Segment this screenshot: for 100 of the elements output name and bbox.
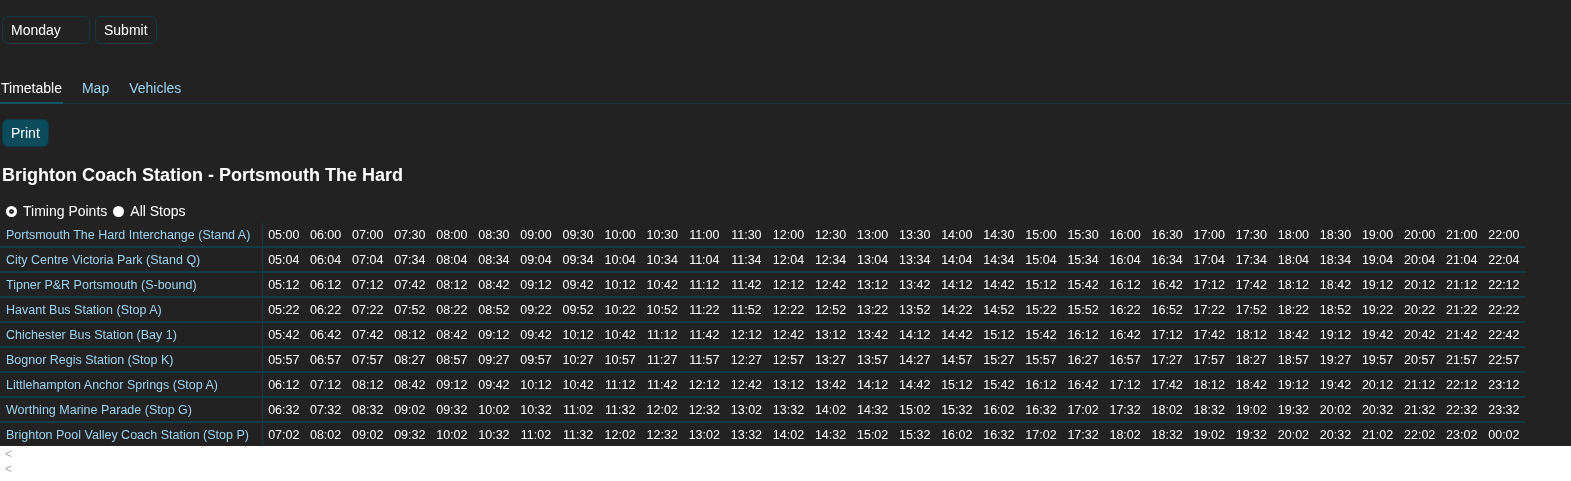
departure-time: 19:32 — [1230, 422, 1273, 446]
departure-time: 13:30 — [893, 223, 936, 247]
submit-button[interactable]: Submit — [95, 16, 157, 44]
departure-time: 16:32 — [1019, 397, 1062, 422]
departure-time: 16:30 — [1146, 223, 1189, 247]
departure-time: 07:42 — [388, 272, 431, 297]
departure-time: 11:42 — [683, 322, 726, 347]
departure-time: 07:52 — [388, 297, 431, 322]
departure-time: 17:12 — [1188, 272, 1231, 297]
departure-time: 07:30 — [388, 223, 431, 247]
departure-time: 23:12 — [1482, 372, 1525, 397]
departure-time: 15:12 — [1019, 272, 1062, 297]
departure-time: 06:12 — [262, 372, 305, 397]
departure-time: 11:02 — [514, 422, 558, 446]
departure-time: 13:42 — [851, 322, 894, 347]
tab[interactable]: Timetable — [0, 80, 63, 104]
departure-time: 17:12 — [1104, 372, 1147, 397]
departure-time: 10:42 — [641, 272, 684, 297]
departure-time: 22:12 — [1440, 372, 1483, 397]
departure-time: 12:00 — [767, 223, 810, 247]
departure-time: 00:02 — [1482, 422, 1525, 446]
day-select[interactable]: Monday — [2, 16, 90, 44]
departure-time: 17:34 — [1230, 247, 1273, 272]
stop-name: Bognor Regis Station (Stop K) — [0, 347, 263, 372]
departure-time: 17:02 — [1062, 397, 1105, 422]
departure-time: 07:22 — [346, 297, 389, 322]
departure-time: 16:34 — [1146, 247, 1189, 272]
departure-time: 23:32 — [1482, 397, 1525, 422]
departure-time: 14:12 — [893, 322, 936, 347]
departure-time: 18:02 — [1104, 422, 1147, 446]
departure-time: 08:00 — [430, 223, 473, 247]
departure-time: 10:00 — [599, 223, 642, 247]
departure-time: 11:12 — [641, 322, 684, 347]
departure-time: 16:32 — [977, 422, 1020, 446]
departure-time: 12:52 — [809, 297, 852, 322]
departure-time: 12:12 — [725, 322, 768, 347]
departure-time: 05:22 — [262, 297, 305, 322]
departure-time: 22:00 — [1482, 223, 1525, 247]
departure-time: 18:57 — [1272, 347, 1315, 372]
departure-time: 20:02 — [1272, 422, 1315, 446]
departure-time: 09:02 — [388, 397, 431, 422]
departure-time: 20:12 — [1398, 272, 1441, 297]
departure-time: 10:27 — [557, 347, 600, 372]
departure-time: 19:12 — [1314, 322, 1357, 347]
departure-time: 18:02 — [1146, 397, 1189, 422]
departure-time: 08:30 — [472, 223, 515, 247]
departure-time: 17:32 — [1062, 422, 1105, 446]
departure-time: 09:42 — [472, 372, 515, 397]
departure-time: 09:30 — [557, 223, 600, 247]
departure-time: 18:42 — [1314, 272, 1357, 297]
departure-time: 05:04 — [262, 247, 305, 272]
departure-time: 16:42 — [1104, 322, 1147, 347]
print-button[interactable]: Print — [2, 119, 49, 147]
departure-time: 16:04 — [1104, 247, 1147, 272]
departure-time: 05:57 — [262, 347, 305, 372]
departure-time: 13:34 — [893, 247, 936, 272]
departure-time: 13:00 — [851, 223, 894, 247]
departure-time: 22:04 — [1482, 247, 1525, 272]
departure-time: 09:42 — [514, 322, 558, 347]
departure-time: 15:02 — [851, 422, 894, 446]
departure-time: 11:52 — [725, 297, 768, 322]
departure-time: 08:12 — [388, 322, 431, 347]
departure-time: 13:32 — [767, 397, 810, 422]
departure-time: 17:52 — [1230, 297, 1273, 322]
departure-time: 19:00 — [1356, 223, 1399, 247]
departure-time: 08:52 — [472, 297, 515, 322]
radio-button[interactable] — [6, 205, 17, 217]
departure-time: 10:52 — [641, 297, 684, 322]
departure-time: 08:32 — [346, 397, 389, 422]
departure-time: 17:42 — [1188, 322, 1231, 347]
stop-name: Havant Bus Station (Stop A) — [0, 297, 263, 322]
departure-time: 11:22 — [683, 297, 726, 322]
departure-time: 19:12 — [1356, 272, 1399, 297]
departure-time: 12:42 — [725, 372, 768, 397]
departure-time: 15:32 — [893, 422, 936, 446]
departure-time: 16:22 — [1104, 297, 1147, 322]
tab[interactable]: Map — [80, 80, 111, 104]
departure-time: 07:02 — [262, 422, 305, 446]
departure-time: 18:22 — [1272, 297, 1315, 322]
departure-time: 07:12 — [346, 272, 389, 297]
departure-time: 17:42 — [1146, 372, 1189, 397]
departure-time: 12:02 — [599, 422, 642, 446]
departure-time: 17:22 — [1188, 297, 1231, 322]
stop-name: Chichester Bus Station (Bay 1) — [0, 322, 263, 347]
departure-time: 18:42 — [1272, 322, 1315, 347]
tab[interactable]: Vehicles — [128, 80, 183, 104]
departure-time: 09:27 — [472, 347, 515, 372]
departure-time: 19:32 — [1272, 397, 1315, 422]
radio-button[interactable] — [113, 205, 125, 217]
departure-time: 18:32 — [1146, 422, 1189, 446]
departure-time: 09:12 — [472, 322, 515, 347]
departure-time: 12:57 — [767, 347, 810, 372]
departure-time: 15:42 — [977, 372, 1020, 397]
departure-time: 17:32 — [1104, 397, 1147, 422]
departure-time: 11:32 — [599, 397, 642, 422]
departure-time: 08:12 — [346, 372, 389, 397]
departure-time: 19:02 — [1230, 397, 1273, 422]
departure-time: 21:22 — [1440, 297, 1483, 322]
departure-time: 19:27 — [1314, 347, 1357, 372]
departure-time: 10:12 — [557, 322, 600, 347]
